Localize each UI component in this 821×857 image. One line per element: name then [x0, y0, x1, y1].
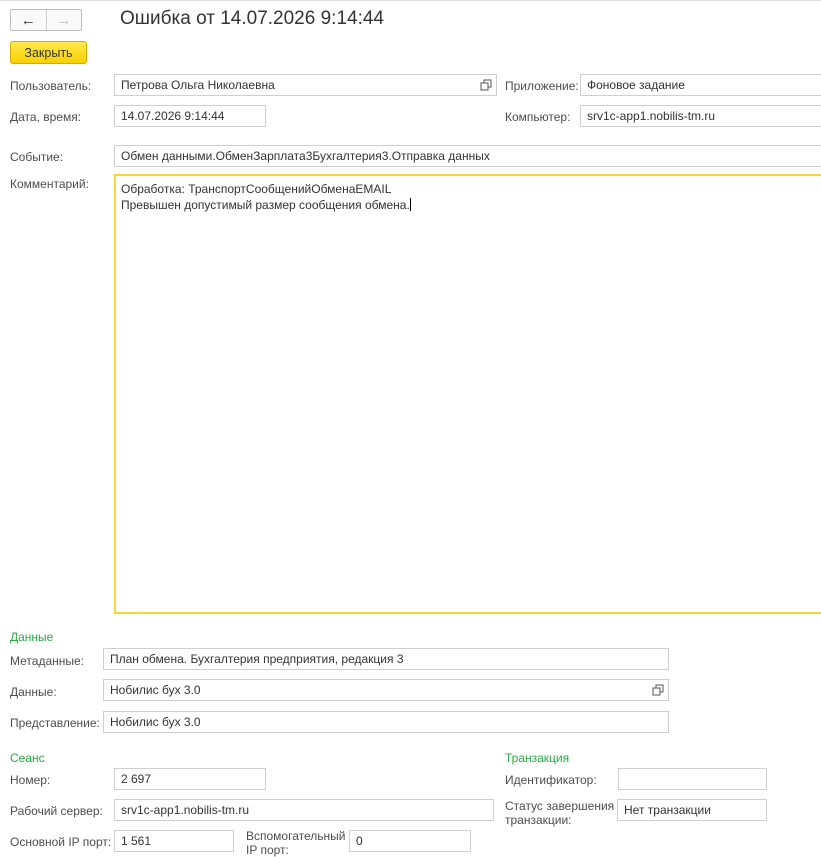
datetime-label: Дата, время: — [10, 110, 82, 124]
metadata-label: Метаданные: — [10, 654, 85, 668]
data-section-title: Данные — [10, 630, 54, 644]
user-value: Петрова Ольга Николаевна — [121, 78, 275, 92]
app-field[interactable]: Фоновое задание — [580, 74, 821, 96]
representation-field[interactable]: Нобилис бух 3.0 — [103, 711, 669, 733]
session-section-title: Сеанс — [10, 751, 45, 765]
window-title: Ошибка от 14.07.2026 9:14:44 — [120, 8, 384, 29]
comment-label: Комментарий: — [10, 177, 89, 191]
datetime-field[interactable]: 14.07.2026 9:14:44 — [114, 105, 266, 127]
datetime-value: 14.07.2026 9:14:44 — [121, 109, 225, 123]
comment-textarea[interactable]: Обработка: ТранспортСообщенийОбменаEMAIL… — [114, 174, 821, 614]
transaction-status-label: Статус завершения транзакции: — [505, 799, 614, 827]
computer-label: Компьютер: — [505, 110, 571, 124]
open-in-window-icon[interactable] — [480, 79, 492, 91]
nav-buttons: ← → — [10, 9, 82, 31]
transaction-section-title: Транзакция — [505, 751, 570, 765]
aux-port-label: Вспомогательный IP порт: — [246, 829, 345, 857]
user-field[interactable]: Петрова Ольга Николаевна — [114, 74, 497, 96]
transaction-id-field[interactable] — [618, 768, 767, 790]
user-label: Пользователь: — [10, 79, 92, 93]
aux-port-label-line: IP порт: — [246, 843, 289, 857]
arrow-right-icon: → — [56, 11, 72, 29]
transaction-status-field[interactable]: Нет транзакции — [617, 799, 767, 821]
session-number-field[interactable]: 2 697 — [114, 768, 266, 790]
comment-line: Обработка: ТранспортСообщенийОбменаEMAIL — [121, 182, 392, 196]
metadata-value: План обмена. Бухгалтерия предприятия, ре… — [110, 652, 404, 666]
comment-line-with-cursor: Превышен допустимый размер сообщения обм… — [121, 197, 816, 213]
transaction-status-label-line: Статус завершения — [505, 799, 615, 813]
transaction-id-label: Идентификатор: — [505, 773, 597, 787]
app-value: Фоновое задание — [587, 78, 685, 92]
back-button[interactable]: ← — [11, 10, 46, 30]
transaction-status-value: Нет транзакции — [624, 803, 711, 817]
data-field[interactable]: Нобилис бух 3.0 — [103, 679, 669, 701]
computer-value: srv1c-app1.nobilis-tm.ru — [587, 109, 716, 123]
main-port-label: Основной IP порт: — [10, 835, 112, 849]
computer-field[interactable]: srv1c-app1.nobilis-tm.ru — [580, 105, 821, 127]
forward-button[interactable]: → — [47, 10, 82, 30]
aux-port-value: 0 — [356, 834, 363, 848]
server-label: Рабочий сервер: — [10, 804, 103, 818]
main-port-field[interactable]: 1 561 — [114, 830, 234, 852]
main-port-value: 1 561 — [121, 834, 152, 848]
aux-port-label-line: Вспомогательный — [246, 829, 346, 843]
session-number-label: Номер: — [10, 773, 51, 787]
event-field[interactable]: Обмен данными.ОбменЗарплата3Бухгалтерия3… — [114, 145, 821, 167]
comment-line: Превышен допустимый размер сообщения обм… — [121, 198, 410, 212]
representation-label: Представление: — [10, 716, 100, 730]
event-value: Обмен данными.ОбменЗарплата3Бухгалтерия3… — [121, 149, 490, 163]
representation-value: Нобилис бух 3.0 — [110, 715, 201, 729]
server-value: srv1c-app1.nobilis-tm.ru — [121, 803, 250, 817]
arrow-left-icon: ← — [20, 11, 36, 29]
text-cursor — [409, 198, 411, 211]
aux-port-field[interactable]: 0 — [349, 830, 471, 852]
event-label: Событие: — [10, 150, 64, 164]
top-divider — [0, 0, 821, 1]
session-number-value: 2 697 — [121, 772, 152, 786]
app-label: Приложение: — [505, 79, 579, 93]
metadata-field[interactable]: План обмена. Бухгалтерия предприятия, ре… — [103, 648, 669, 670]
data-value: Нобилис бух 3.0 — [110, 683, 201, 697]
transaction-status-label-line: транзакции: — [505, 813, 572, 827]
server-field[interactable]: srv1c-app1.nobilis-tm.ru — [114, 799, 494, 821]
open-in-window-icon[interactable] — [652, 684, 664, 696]
data-label: Данные: — [10, 685, 57, 699]
close-button[interactable]: Закрыть — [10, 41, 87, 64]
